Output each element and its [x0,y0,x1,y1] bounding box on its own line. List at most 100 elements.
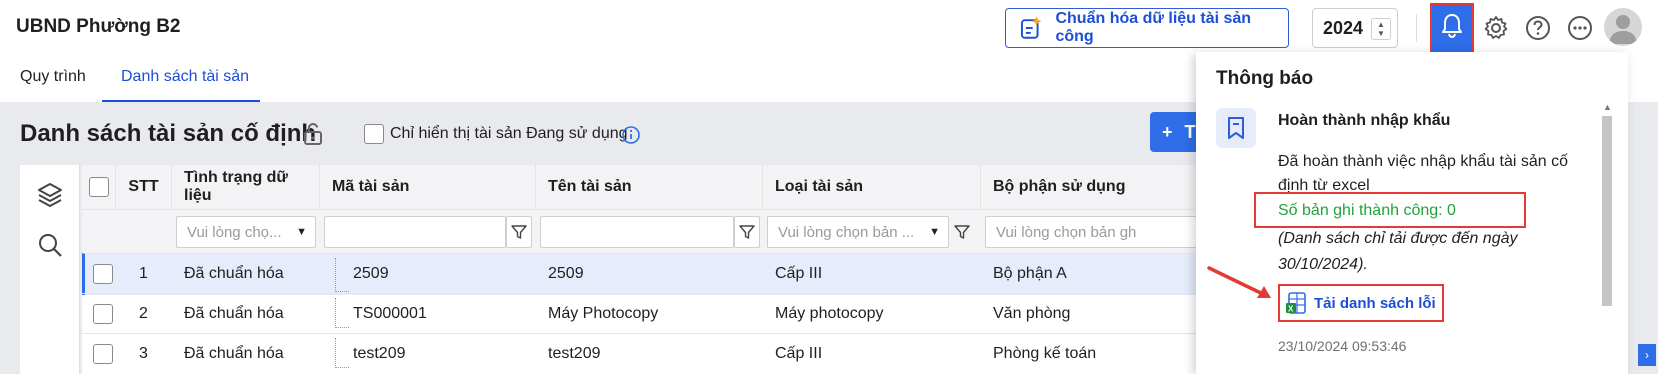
normalize-data-button[interactable]: Chuẩn hóa dữ liệu tài sản công [1005,8,1289,48]
code-filter-button[interactable] [506,216,532,248]
name-filter-button[interactable] [734,216,760,248]
row-status: Đã chuẩn hóa [184,305,284,322]
year-value: 2024 [1323,17,1364,38]
row-stt: 3 [139,345,148,362]
tab-process[interactable]: Quy trình [20,68,86,86]
row-stt: 1 [139,265,148,282]
in-use-only-checkbox[interactable] [364,124,384,144]
table-row[interactable]: 3 Đã chuẩn hóa test209 test209 Cấp III P… [82,333,1202,374]
year-spin-buttons[interactable]: ▲ ▼ [1371,18,1391,40]
notification-panel-title: Thông báo [1216,68,1314,89]
more-options-icon[interactable] [1566,14,1594,42]
sparkle-document-icon [1020,16,1042,39]
chevron-up-icon[interactable]: ▲ [1377,20,1385,29]
layers-icon[interactable] [36,181,64,209]
status-filter-select[interactable]: Vui lòng chọ... ▼ [176,216,316,248]
app-title: UBND Phường B2 [16,16,181,37]
row-dept: Văn phòng [993,305,1071,322]
code-filter-input[interactable] [324,216,506,248]
download-error-list-label: Tải danh sách lỗi [1314,294,1436,312]
tab-bar: Quy trình Danh sách tài sản [0,56,1200,102]
row-checkbox[interactable] [93,304,113,324]
filter-icon [511,225,527,239]
asset-table: STT Tình trạng dữ liệu Mã tài sản Tên tà… [82,165,1202,374]
chevron-down-icon[interactable]: ▼ [1377,29,1385,38]
type-filter-select[interactable]: Vui lòng chọn bản ... ▼ [767,216,949,248]
header-divider [1416,14,1417,42]
row-type: Cấp III [775,265,823,282]
table-row[interactable]: 2 Đã chuẩn hóa TS000001 Máy Photocopy Má… [82,293,1202,335]
top-bar: UBND Phường B2 Chuẩn hóa dữ liệu tài sản… [0,0,1658,69]
filter-row: Vui lòng chọ... ▼ Vui lòng chọn bản ... … [82,209,1202,253]
tree-guide [335,298,349,328]
row-checkbox[interactable] [93,344,113,364]
type-filter-button[interactable] [949,216,975,248]
status-filter-placeholder: Vui lòng chọ... [187,223,282,241]
notification-item-icon [1216,108,1256,148]
annotation-arrow-icon [1207,266,1271,298]
notification-item-body: Đã hoàn thành việc nhập khẩu tài sản cố … [1278,153,1568,194]
row-status: Đã chuẩn hóa [184,265,284,282]
notification-scrollbar[interactable]: ▲ [1600,102,1614,364]
chevron-right-icon: › [1645,348,1649,362]
caret-down-icon: ▼ [296,226,307,238]
scrollbar-thumb[interactable] [1602,116,1612,306]
in-use-only-label: Chỉ hiển thị tài sản Đang sử dụng [390,125,628,142]
row-name: Máy Photocopy [548,305,659,322]
row-dept: Bộ phận A [993,265,1067,282]
dept-filter-placeholder: Vui lòng chọn bản gh [996,223,1137,241]
tab-asset-list[interactable]: Danh sách tài sản [121,68,249,86]
row-dept: Phòng kế toán [993,345,1097,362]
column-header[interactable]: Tên tài sản [536,165,763,209]
row-name: test209 [548,345,601,362]
dept-filter-select[interactable]: Vui lòng chọn bản gh [985,216,1202,248]
row-code: TS000001 [353,305,427,322]
year-stepper[interactable]: 2024 ▲ ▼ [1312,8,1398,48]
row-checkbox[interactable] [93,264,113,284]
add-asset-label: T [1184,121,1196,142]
success-count-text: Số bản ghi thành công: 0 [1278,202,1456,219]
download-error-list-link[interactable]: X Tải danh sách lỗi [1286,292,1436,314]
normalize-data-label: Chuẩn hóa dữ liệu tài sản công [1055,10,1252,45]
help-icon[interactable] [1524,14,1552,42]
info-icon[interactable] [622,126,640,144]
row-status: Đã chuẩn hóa [184,345,284,362]
type-filter-placeholder: Vui lòng chọn bản ... [778,223,915,241]
unlock-icon[interactable] [303,122,323,146]
notification-note: (Danh sách chỉ tải được đến ngày 30/10/2… [1278,230,1518,273]
row-type: Cấp III [775,345,823,362]
table-row[interactable]: 1 Đã chuẩn hóa 2509 2509 Cấp III Bộ phận… [82,253,1202,295]
user-avatar-icon [1609,15,1637,44]
gear-icon[interactable] [1482,14,1510,42]
column-header[interactable]: Mã tài sản [320,165,536,209]
notification-timestamp: 23/10/2024 09:53:46 [1278,338,1407,354]
bell-icon [1442,14,1462,39]
expand-panel-button[interactable]: › [1638,344,1656,366]
plus-icon: + [1162,121,1173,142]
notification-item-title: Hoàn thành nhập khẩu [1278,112,1451,129]
filter-icon [739,225,755,239]
select-all-cell [82,165,116,209]
notification-panel: Thông báo Hoàn thành nhập khẩu Đã hoàn t… [1196,52,1628,374]
svg-text:X: X [1288,305,1294,314]
tree-guide [335,338,349,368]
chevron-up-icon[interactable]: ▲ [1603,102,1612,112]
bookmark-icon [1228,117,1244,139]
column-header[interactable]: Loại tài sản [763,165,981,209]
column-header[interactable]: Tình trạng dữ liệu [172,165,320,209]
row-code: 2509 [353,265,389,282]
search-icon[interactable] [36,231,64,259]
filter-icon [954,225,970,239]
page-title: Danh sách tài sản cố định [20,120,317,147]
excel-file-icon: X [1286,292,1306,314]
table-side-panel [20,165,80,374]
row-stt: 2 [139,305,148,322]
caret-down-icon: ▼ [929,226,940,238]
column-header[interactable]: STT [116,165,172,209]
row-code: test209 [353,345,406,362]
select-all-checkbox[interactable] [88,177,109,197]
tree-guide [335,258,349,292]
avatar[interactable] [1604,8,1642,46]
name-filter-input[interactable] [540,216,734,248]
column-header[interactable]: Bộ phận sử dụng [981,165,1202,209]
